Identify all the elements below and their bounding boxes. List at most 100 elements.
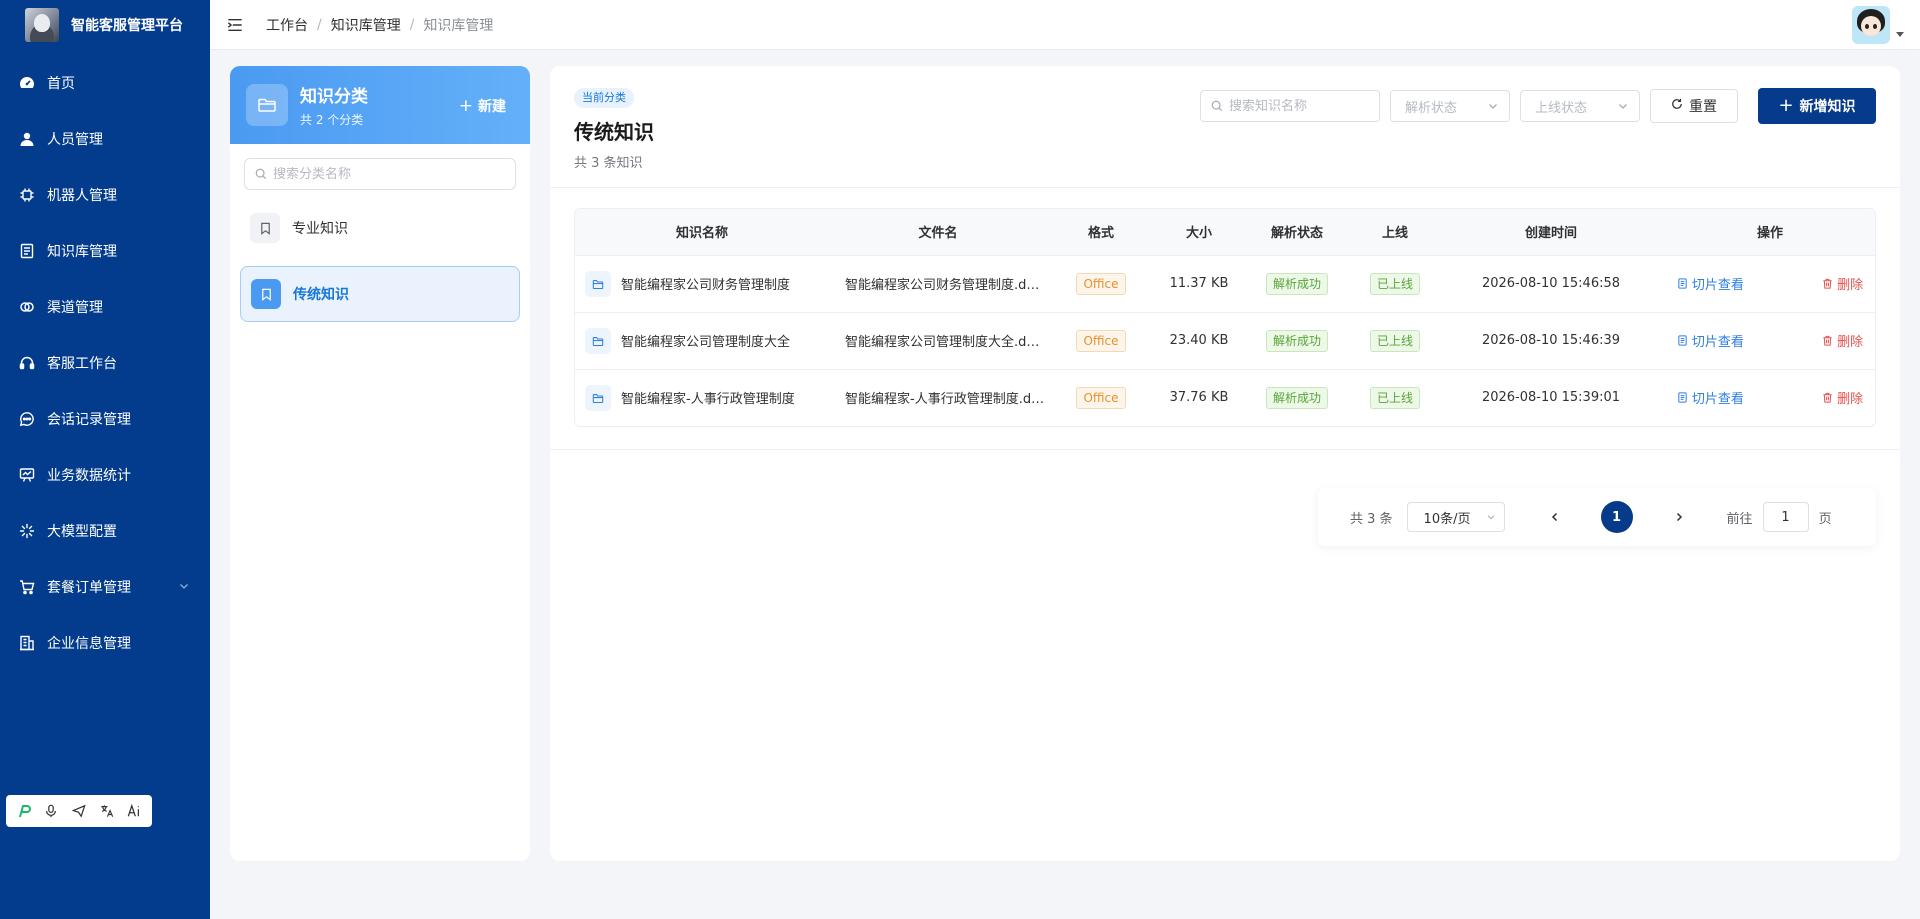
page-number-current[interactable]: 1 [1600,501,1633,533]
online-status-select[interactable]: 上线状态 [1520,90,1640,122]
file-size: 11.37 KB [1155,255,1243,313]
breadcrumb-item[interactable]: 知识库管理 [331,15,401,35]
reset-button[interactable]: 重置 [1650,89,1738,123]
parse-status-tag: 解析成功 [1265,329,1328,352]
sidebar-item-channels[interactable]: 渠道管理 [0,279,210,335]
delete-button[interactable]: 删除 [1822,388,1863,407]
microphone-icon[interactable] [41,801,61,821]
plugin-logo-icon[interactable] [14,801,34,821]
category-header: 知识分类 共 2 个分类 + 新建 [230,66,530,144]
sidebar-item-statistics[interactable]: 业务数据统计 [0,447,210,503]
view-slices-button[interactable]: 切片查看 [1677,274,1744,293]
goto-page-input[interactable] [1762,502,1809,532]
knowledge-name: 智能编程家-人事行政管理制度 [621,392,795,408]
link-icon [19,299,35,315]
view-slices-button[interactable]: 切片查看 [1677,331,1744,350]
file-name: 智能编程家-人事行政管理制度.docx [845,392,1047,408]
sidebar-item-llm-config[interactable]: 大模型配置 [0,503,210,559]
sidebar-item-home[interactable]: 首页 [0,55,210,111]
online-status-placeholder: 上线状态 [1535,100,1588,116]
knowledge-search [1200,90,1380,122]
trash-icon [1823,278,1832,289]
column-header: 大小 [1155,209,1243,256]
view-slices-button[interactable]: 切片查看 [1677,388,1744,407]
sidebar-item-knowledge[interactable]: 知识库管理 [0,223,210,279]
sidebar-item-label: 企业信息管理 [47,636,131,652]
delete-button[interactable]: 删除 [1822,274,1863,293]
category-item-traditional[interactable]: 传统知识 [240,266,520,322]
chevron-down-icon [1619,104,1627,109]
new-category-button[interactable]: + 新建 [459,96,506,116]
format-tag: Office [1076,329,1126,352]
caret-down-icon[interactable] [1896,32,1904,37]
sidebar-item-workbench[interactable]: 客服工作台 [0,335,210,391]
table-row: 智能编程家公司管理制度大全 智能编程家公司管理制度大全.docx Office … [575,312,1875,370]
page-size-value: 10条/页 [1423,511,1471,527]
send-icon[interactable] [69,801,89,821]
sidebar-item-robots[interactable]: 机器人管理 [0,167,210,223]
created-time: 2026-08-10 15:46:39 [1439,312,1663,370]
breadcrumb-current: 知识库管理 [423,17,494,34]
chat-icon [19,411,35,427]
breadcrumb-separator: / [317,16,322,33]
brand-logo [25,8,59,42]
delete-button[interactable]: 删除 [1822,331,1863,350]
pagination: 共 3 条 10条/页 1 前往 页 [1318,488,1876,546]
avatar[interactable] [1852,6,1890,44]
document-icon [1678,278,1687,289]
add-knowledge-button[interactable]: + 新增知识 [1758,88,1876,124]
category-search [244,158,516,190]
current-category-badge: 当前分类 [574,88,634,108]
column-header: 上线 [1351,209,1439,256]
table-row: 智能编程家公司财务管理制度 智能编程家公司财务管理制度.docx Office … [575,255,1875,313]
sidebar: 智能客服管理平台 首页 人员管理 机器人管理 知识库管理 渠道管理 客服工作台 [0,0,210,919]
file-size: 37.76 KB [1169,390,1229,406]
sidebar-item-sessions[interactable]: 会话记录管理 [0,391,210,447]
plus-icon: + [1778,95,1794,116]
chevron-right-icon [1676,512,1682,522]
folder-icon [246,84,288,126]
column-header: 格式 [1047,209,1155,256]
pagination-total: 共 3 条 [1350,511,1393,527]
prev-page-button[interactable] [1545,507,1565,527]
presentation-chart-icon [19,467,35,483]
cart-icon [19,579,35,595]
menu-fold-icon[interactable] [226,16,244,34]
knowledge-search-input[interactable] [1229,98,1369,114]
sidebar-item-orders[interactable]: 套餐订单管理 [0,559,210,615]
page-title: 传统知识 [574,120,654,144]
online-status-tag: 已上线 [1369,386,1420,409]
chevron-down-icon [1487,515,1494,520]
sidebar-item-users[interactable]: 人员管理 [0,111,210,167]
category-search-input[interactable] [273,166,493,182]
next-page-button[interactable] [1669,507,1689,527]
page-suffix: 页 [1818,511,1832,527]
parse-status-tag: 解析成功 [1265,272,1328,295]
bookmark-icon [251,279,281,309]
search-icon [255,168,267,180]
parse-status-select[interactable]: 解析状态 [1390,90,1510,122]
sidebar-item-label: 知识库管理 [47,244,117,260]
translate-icon[interactable] [97,801,117,821]
folder-icon [585,327,611,354]
category-item-professional[interactable]: 专业知识 [240,200,520,256]
file-name: 智能编程家公司管理制度大全.docx [829,312,1047,370]
category-list: 专业知识 传统知识 [230,200,530,322]
format-tag: Office [1076,386,1126,409]
chevron-down-icon [1489,104,1497,109]
sidebar-item-label: 套餐订单管理 [47,580,131,596]
ai-icon[interactable] [124,801,144,821]
column-header: 文件名 [829,209,1047,256]
knowledge-count: 共 3 条知识 [574,156,643,171]
sidebar-item-company[interactable]: 企业信息管理 [0,615,210,671]
column-header: 操作 [1663,209,1875,256]
online-status-tag: 已上线 [1369,272,1420,295]
sidebar-menu: 首页 人员管理 机器人管理 知识库管理 渠道管理 客服工作台 会话记录管理 业务… [0,55,210,671]
search-icon [1211,100,1223,112]
format-tag: Office [1076,272,1126,295]
brand[interactable]: 智能客服管理平台 [0,0,210,50]
page-size-select[interactable]: 10条/页 [1406,502,1505,532]
created-time: 2026-08-10 15:39:01 [1481,390,1621,406]
sidebar-item-label: 人员管理 [47,132,103,148]
breadcrumb-item[interactable]: 工作台 [266,15,308,35]
